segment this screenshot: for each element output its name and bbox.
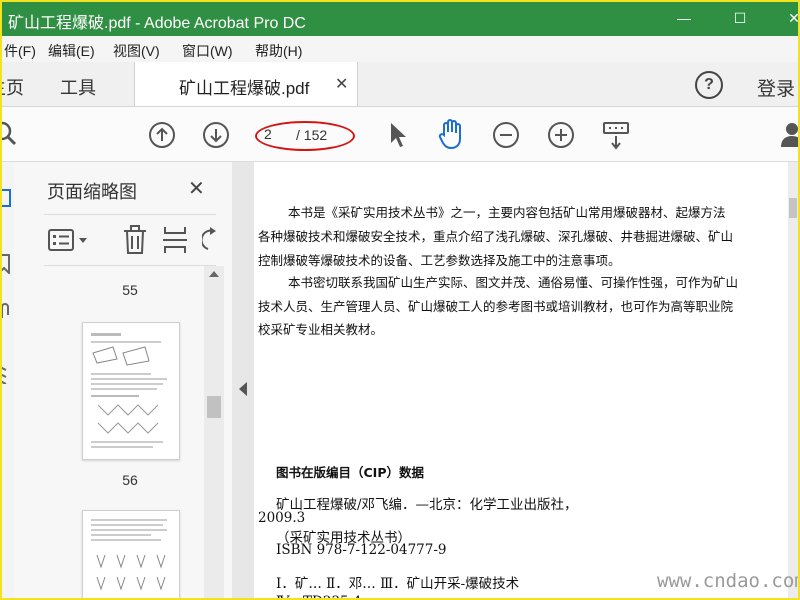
close-tab-icon[interactable]: ✕ — [335, 74, 348, 94]
doc-para1-line1: 本书是《采矿实用技术丛书》之一，主要内容包括矿山常用爆破器材、起爆方法 — [288, 205, 726, 220]
menu-bar: 件(F) 编辑(E) 视图(V) 窗口(W) 帮助(H) — [2, 36, 798, 62]
window-title: 矿山工程爆破.pdf - Adobe Acrobat Pro DC — [8, 15, 306, 32]
panel-collapse-handle[interactable] — [232, 162, 254, 598]
maximize-button[interactable]: ☐ — [730, 8, 750, 28]
rotate-page-icon[interactable] — [202, 227, 216, 253]
thumbnail-panel: 页面缩略图 ✕ 55 56 — [14, 162, 233, 598]
doc-para1-line2: 各种爆破技术和爆破安全技术，重点介绍了浅孔爆破、深孔爆破、井巷掘进爆破、矿山 — [258, 229, 734, 244]
close-panel-icon[interactable]: ✕ — [188, 176, 205, 201]
document-view: 本书是《采矿实用技术丛书》之一，主要内容包括矿山常用爆破器材、起爆方法 各种爆破… — [254, 162, 798, 598]
page-thumbnails-nav-icon[interactable] — [0, 188, 12, 208]
app-window: 矿山工程爆破.pdf - Adobe Acrobat Pro DC — ☐ ✕ … — [0, 0, 800, 600]
tab-bar: 主页 工具 矿山工程爆破.pdf ✕ ? 登录 — [2, 62, 798, 107]
doc-para1-line3: 控制爆破等爆破技术的设备、工艺参数选择及施工中的注意事项。 — [258, 253, 621, 268]
cip-heading: 图书在版编目（CIP）数据 — [276, 465, 424, 480]
thumbnail-list: 55 56 — [44, 266, 204, 598]
cip-line-2: 2009.3 — [258, 510, 306, 526]
insert-page-icon[interactable] — [162, 225, 188, 255]
thumbnail-page-content — [91, 519, 167, 591]
thumbnail-label-56: 56 — [122, 472, 138, 488]
thumbnail-scrollbar[interactable] — [204, 266, 224, 598]
tab-home[interactable]: 主页 — [2, 74, 24, 100]
doc-para2-line2: 技术人员、生产管理人员、矿山爆破工人的参考图书或培训教材，也可作为高等职业院 — [258, 299, 734, 314]
document-scroll-thumb[interactable] — [789, 198, 797, 218]
tab-document[interactable]: 矿山工程爆破.pdf ✕ — [134, 62, 358, 106]
menu-help[interactable]: 帮助(H) — [255, 41, 302, 61]
thumbnail-page-57[interactable] — [82, 510, 180, 598]
thumbnail-scroll-thumb[interactable] — [207, 396, 221, 418]
cip-line-5: Ⅰ．矿… Ⅱ．邓… Ⅲ．矿山开采-爆破技术 — [276, 576, 520, 592]
doc-para2-line1: 本书密切联系我国矿山生产实际、图文并茂、通俗易懂、可操作性强，可作为矿山 — [288, 275, 739, 290]
help-icon[interactable]: ? — [695, 71, 723, 99]
hand-tool-icon[interactable] — [436, 117, 468, 151]
zoom-out-icon[interactable] — [492, 121, 520, 149]
cip-line-1: 矿山工程爆破/邓飞编．—北京：化学工业出版社， — [276, 497, 578, 513]
thumbnail-page-content — [91, 333, 167, 448]
search-icon[interactable] — [0, 121, 20, 147]
thumbnail-toolbar — [44, 214, 216, 266]
delete-page-icon[interactable] — [122, 225, 148, 255]
close-window-button[interactable]: ✕ — [784, 8, 798, 28]
attachments-nav-icon[interactable] — [0, 302, 12, 320]
layers-nav-icon[interactable] — [0, 362, 12, 384]
select-cursor-icon[interactable] — [388, 121, 410, 149]
login-button[interactable]: 登录 — [757, 74, 795, 101]
user-icon[interactable] — [780, 121, 798, 149]
thumbnail-page-56[interactable] — [82, 322, 180, 460]
doc-para2-line3: 校采矿专业相关教材。 — [258, 322, 384, 337]
keyboard-scroll-icon[interactable] — [602, 121, 632, 151]
menu-file[interactable]: 件(F) — [4, 41, 36, 61]
options-menu-icon[interactable] — [48, 228, 90, 252]
thumbnail-panel-title: 页面缩略图 — [47, 182, 137, 202]
menu-edit[interactable]: 编辑(E) — [48, 41, 95, 61]
minimize-button[interactable]: — — [674, 8, 694, 28]
site-watermark: www.cndao.com — [657, 570, 800, 592]
title-bar: 矿山工程爆破.pdf - Adobe Acrobat Pro DC — ☐ ✕ — [2, 2, 798, 36]
bookmarks-nav-icon[interactable] — [0, 254, 12, 274]
cip-line-4: ISBN 978-7-122-04777-9 — [276, 542, 447, 558]
zoom-in-icon[interactable] — [547, 121, 575, 149]
tab-tools[interactable]: 工具 — [60, 74, 96, 100]
thumbnail-label-55: 55 — [122, 282, 138, 298]
scroll-up-icon[interactable] — [209, 270, 219, 278]
menu-window[interactable]: 窗口(W) — [182, 41, 233, 61]
menu-view[interactable]: 视图(V) — [113, 41, 160, 61]
document-scrollbar[interactable] — [788, 162, 798, 598]
next-page-icon[interactable] — [202, 121, 230, 149]
tab-document-label: 矿山工程爆破.pdf — [179, 79, 310, 98]
cip-line-6: Ⅳ．TD235.4 — [276, 590, 361, 598]
highlight-annotation — [255, 121, 355, 151]
previous-page-icon[interactable] — [148, 121, 176, 149]
main-toolbar: / 152 — [2, 107, 798, 162]
navigation-strip — [2, 162, 14, 598]
collapse-arrow-icon[interactable] — [239, 382, 249, 396]
